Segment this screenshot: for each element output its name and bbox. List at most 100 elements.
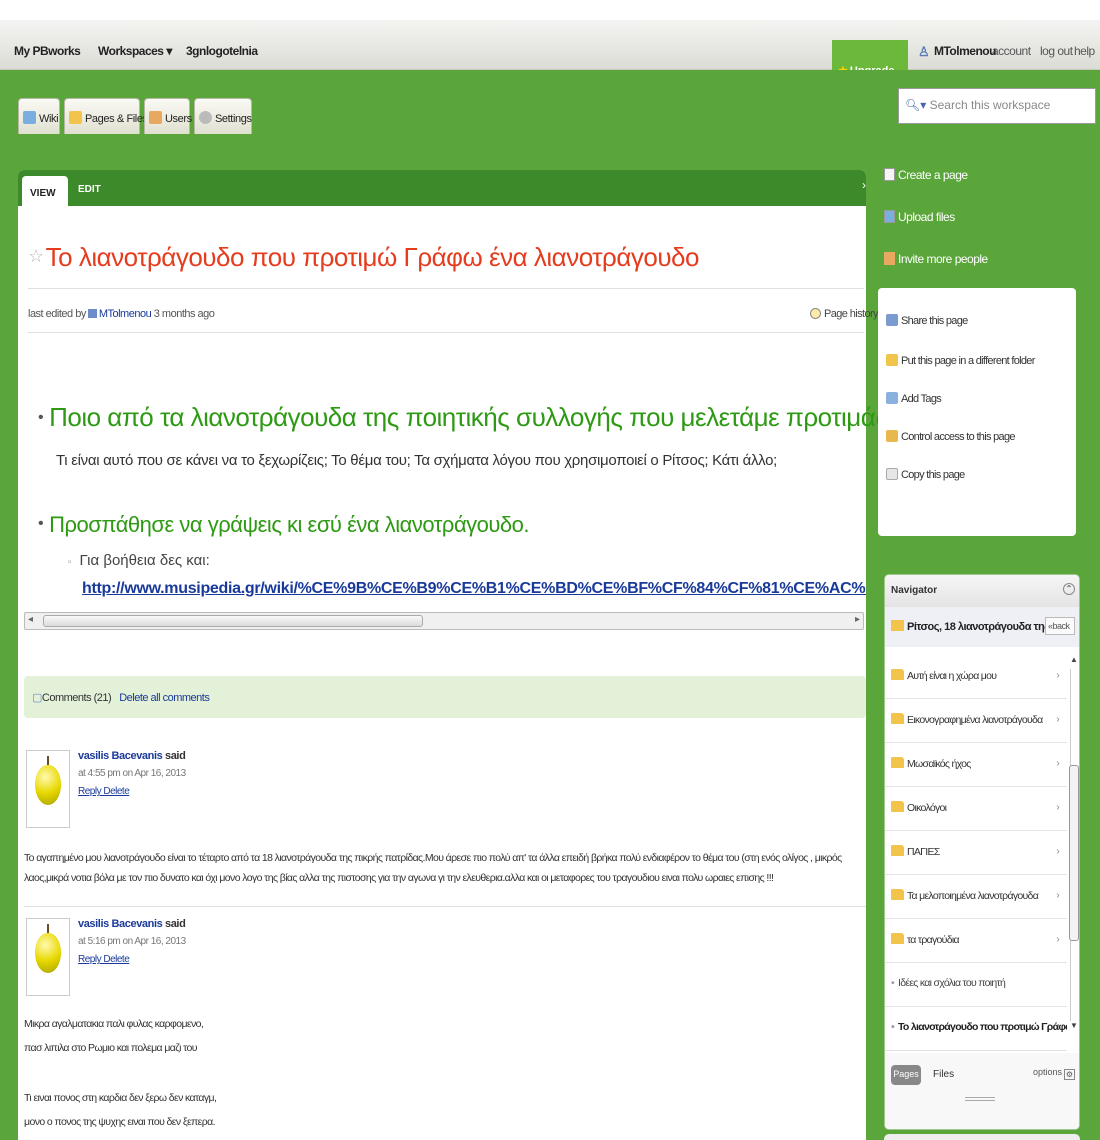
tab-pages-label: Pages & Files [85,113,148,125]
folder-icon [891,669,904,680]
horizontal-scrollbar[interactable]: ◂ ▸ [24,612,864,630]
navigator-page-item-current[interactable]: •Το λιανοτράγουδο που προτιμώ Γράφω ένα … [885,1007,1067,1051]
scrollbar-thumb[interactable] [43,615,423,627]
navigator-scrollbar[interactable]: ▲ ▼ [1069,655,1079,1037]
favorite-star-icon[interactable]: ☆ [28,246,44,266]
navigator-item[interactable]: Οικολόγοι › [885,787,1067,831]
key-icon [886,430,898,442]
tab-view[interactable]: VIEW [22,176,68,206]
create-page-link[interactable]: Create a page [884,168,968,182]
help-link[interactable]: help [1074,44,1095,58]
heading-prefer-text: Ποιο από τα λιανοτράγουδα της ποιητικής … [49,402,895,432]
tab-users[interactable]: Users [144,98,192,134]
navigator-item[interactable]: Μωσαϊκός ήχος › [885,743,1067,787]
upload-files-link[interactable]: Upload files [884,210,955,224]
page-content-panel: VIEW EDIT › ☆Το λιανοτράγουδο που προτιμ… [18,170,895,1140]
copy-page-link[interactable]: Copy this page [886,468,965,481]
clock-icon [810,308,821,319]
files-toggle[interactable]: Files [933,1069,954,1080]
resize-grip[interactable] [965,1097,995,1101]
apple-avatar-icon [26,750,70,828]
editor-link[interactable]: MTolmenou [99,308,152,320]
comment-author: vasilis Bacevanis said [78,918,186,930]
folder-icon [69,111,82,124]
chevron-right-icon: › [1056,801,1059,813]
comment-line: μονο ο πονος της ψυχης ειναι που δεν ξεπ… [24,1116,216,1128]
page-history-link[interactable]: Page history [810,308,879,320]
logout-link[interactable]: log out [1040,44,1073,58]
username-link[interactable]: MTolmenou [934,44,996,58]
bullet: • [38,515,44,532]
arrow-left-icon[interactable]: ◂ [28,614,33,625]
delete-all-comments-link[interactable]: Delete all comments [119,692,210,704]
navigator-item[interactable]: Τα μελοποιημένα λιανοτράγουδα › [885,875,1067,919]
comments-count[interactable]: Comments (21) [42,692,112,704]
author-link[interactable]: vasilis Bacevanis [78,918,163,930]
question-text: Τι είναι αυτό που σε κάνει να το ξεχωρίζ… [56,452,778,469]
current-folder-label: Ρίτσος, 18 λιανοτράγουδα της... [907,621,1058,633]
my-pbworks-link[interactable]: My PBworks [14,44,81,58]
account-link[interactable]: account [992,44,1031,58]
musipedia-link[interactable]: http://www.musipedia.gr/wiki/%CE%9B%CE%B… [82,580,866,598]
chevron-right-icon: › [1056,713,1059,725]
author-link[interactable]: vasilis Bacevanis [78,750,163,762]
comment-line: Τι ειναι πονος στη καρδια δεν ξερω δεν κ… [24,1092,217,1104]
control-access-label: Control access to this page [901,431,1015,443]
wiki-icon [23,111,36,124]
said-label: said [164,918,186,930]
workspace-name-link[interactable]: 3gnlogotelnia [186,44,258,58]
divider [28,288,864,289]
folder-icon [891,713,904,724]
collapse-icon[interactable]: ⌃ [1063,583,1075,595]
folder-icon [891,889,904,900]
scrollbar-thumb[interactable] [1069,765,1079,941]
navigator-current-folder: Ρίτσος, 18 λιανοτράγουδα της... «back [885,607,1079,647]
help-text: ▫ Για βοήθεια δες και: [68,552,210,569]
navigator-item[interactable]: Εικονογραφημένα λιανοτράγουδα › [885,699,1067,743]
copy-icon [886,468,898,480]
share-page-link[interactable]: Share this page [886,314,968,327]
navigator-item[interactable]: Αυτή είναι η χώρα μου › [885,655,1067,699]
sidebar: Create a page Upload files Invite more p… [870,160,1100,1140]
search-input[interactable]: 🔍︎▾ Search this workspace [898,88,1096,124]
bullet: • [38,409,44,426]
comment-time: at 4:55 pm on Apr 16, 2013 [78,768,186,779]
tab-users-label: Users [165,113,192,125]
navigator-item-label: Μωσαϊκός ήχος [907,758,971,770]
add-tags-link[interactable]: Add Tags [886,392,942,405]
tab-edit[interactable]: EDIT [78,184,101,195]
view-edit-bar: VIEW EDIT › [18,170,866,206]
arrow-right-icon[interactable]: ▸ [855,614,860,625]
reply-delete-links[interactable]: Reply Delete [78,786,130,797]
tab-settings[interactable]: Settings [194,98,252,134]
users-icon [149,111,162,124]
navigator-item-label: Τα μελοποιημένα λιανοτράγουδα [907,890,1039,902]
navigator-item[interactable]: τα τραγούδια › [885,919,1067,963]
invite-people-link[interactable]: Invite more people [884,252,988,266]
comment-icon: ▢ [32,692,42,704]
navigator-page-item[interactable]: • Ιδέες και σχόλια του ποιητή [885,963,1067,1007]
folder-icon [891,757,904,768]
chevron-right-icon[interactable]: › [862,178,866,192]
comment-text: Το αγαπημένο μου λιανοτράγουδο είναι το … [24,852,842,884]
options-menu[interactable]: options ⚙ [1033,1067,1075,1080]
move-page-label: Put this page in a different folder [901,355,1035,367]
tab-wiki-label: Wiki [39,113,59,125]
tab-wiki[interactable]: Wiki [18,98,60,134]
arrow-up-icon[interactable]: ▲ [1070,655,1078,664]
navigator-item-label: Εικονογραφημένα λιανοτράγουδα [907,714,1043,726]
pages-toggle[interactable]: Pages [891,1065,921,1085]
comment-line: πασ λιπιλα στο Ρωμιο και πολεμα μαζι του [24,1042,198,1054]
chevron-right-icon: › [1056,889,1059,901]
navigator-item[interactable]: ΠΑΓΙΕΣ › [885,831,1067,875]
workspaces-dropdown[interactable]: Workspaces ▾ [98,44,172,58]
copy-page-label: Copy this page [901,469,965,481]
reply-delete-links[interactable]: Reply Delete [78,954,130,965]
tab-pages-files[interactable]: Pages & Files [64,98,148,134]
move-page-link[interactable]: Put this page in a different folder [886,354,1035,367]
back-button[interactable]: «back [1045,617,1075,635]
control-access-link[interactable]: Control access to this page [886,430,1015,443]
chevron-right-icon: › [1056,757,1059,769]
arrow-down-icon[interactable]: ▼ [1070,1021,1078,1030]
page-actions-box: Share this page Put this page in a diffe… [878,288,1076,536]
